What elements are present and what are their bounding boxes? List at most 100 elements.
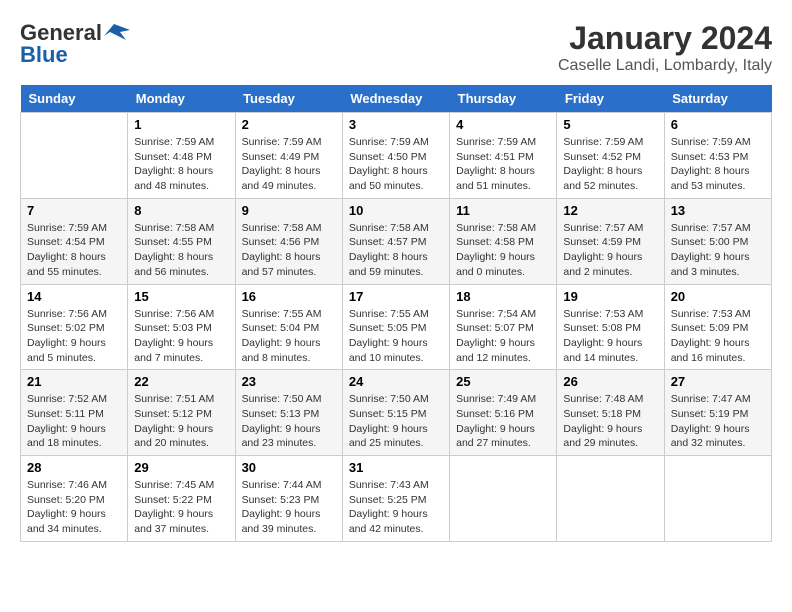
calendar-cell: 3 Sunrise: 7:59 AMSunset: 4:50 PMDaylight… [342, 113, 449, 199]
cell-day-info: Sunrise: 7:55 AMSunset: 5:04 PMDaylight:… [242, 307, 336, 366]
cell-day-info: Sunrise: 7:59 AMSunset: 4:49 PMDaylight:… [242, 135, 336, 194]
calendar-cell: 30 Sunrise: 7:44 AMSunset: 5:23 PMDayligh… [235, 456, 342, 542]
cell-day-info: Sunrise: 7:49 AMSunset: 5:16 PMDaylight:… [456, 392, 550, 451]
calendar-cell: 15 Sunrise: 7:56 AMSunset: 5:03 PMDayligh… [128, 284, 235, 370]
week-row-3: 14Sunrise: 7:56 AMSunset: 5:02 PMDayligh… [21, 284, 772, 370]
date-number: 14 [27, 289, 121, 304]
location-subtitle: Caselle Landi, Lombardy, Italy [558, 57, 772, 75]
date-number: 3 [349, 117, 443, 132]
cell-day-info: Sunrise: 7:59 AMSunset: 4:52 PMDaylight:… [563, 135, 657, 194]
cell-day-info: Sunrise: 7:44 AMSunset: 5:23 PMDaylight:… [242, 478, 336, 537]
calendar-table: SundayMondayTuesdayWednesdayThursdayFrid… [20, 85, 772, 542]
logo-text: General Blue [20, 20, 132, 68]
calendar-cell: 24Sunrise: 7:50 AMSunset: 5:15 PMDayligh… [342, 370, 449, 456]
calendar-cell: 13Sunrise: 7:57 AMSunset: 5:00 PMDayligh… [664, 198, 771, 284]
cell-day-info: Sunrise: 7:59 AMSunset: 4:54 PMDaylight:… [27, 221, 121, 280]
cell-day-info: Sunrise: 7:50 AMSunset: 5:13 PMDaylight:… [242, 392, 336, 451]
cell-day-info: Sunrise: 7:53 AMSunset: 5:08 PMDaylight:… [563, 307, 657, 366]
date-number: 15 [134, 289, 228, 304]
week-row-2: 7 Sunrise: 7:59 AMSunset: 4:54 PMDaylight… [21, 198, 772, 284]
calendar-cell: 22Sunrise: 7:51 AMSunset: 5:12 PMDayligh… [128, 370, 235, 456]
page-header: General Blue January 2024 Caselle Landi,… [20, 20, 772, 75]
calendar-cell: 28 Sunrise: 7:46 AMSunset: 5:20 PMDayligh… [21, 456, 128, 542]
date-number: 30 [242, 460, 336, 475]
cell-day-info: Sunrise: 7:57 AMSunset: 4:59 PMDaylight:… [563, 221, 657, 280]
calendar-cell: 19 Sunrise: 7:53 AMSunset: 5:08 PMDayligh… [557, 284, 664, 370]
date-number: 27 [671, 374, 765, 389]
logo: General Blue [20, 20, 132, 68]
date-number: 23 [242, 374, 336, 389]
date-number: 16 [242, 289, 336, 304]
calendar-cell: 4 Sunrise: 7:59 AMSunset: 4:51 PMDaylight… [450, 113, 557, 199]
calendar-cell: 26 Sunrise: 7:48 AMSunset: 5:18 PMDayligh… [557, 370, 664, 456]
calendar-cell: 9 Sunrise: 7:58 AMSunset: 4:56 PMDaylight… [235, 198, 342, 284]
calendar-cell: 18Sunrise: 7:54 AMSunset: 5:07 PMDayligh… [450, 284, 557, 370]
day-header-monday: Monday [128, 85, 235, 113]
date-number: 21 [27, 374, 121, 389]
calendar-cell [450, 456, 557, 542]
cell-day-info: Sunrise: 7:58 AMSunset: 4:56 PMDaylight:… [242, 221, 336, 280]
date-number: 4 [456, 117, 550, 132]
calendar-cell: 14Sunrise: 7:56 AMSunset: 5:02 PMDayligh… [21, 284, 128, 370]
calendar-cell: 31Sunrise: 7:43 AMSunset: 5:25 PMDayligh… [342, 456, 449, 542]
cell-day-info: Sunrise: 7:48 AMSunset: 5:18 PMDaylight:… [563, 392, 657, 451]
day-header-saturday: Saturday [664, 85, 771, 113]
date-number: 2 [242, 117, 336, 132]
calendar-cell: 17Sunrise: 7:55 AMSunset: 5:05 PMDayligh… [342, 284, 449, 370]
cell-day-info: Sunrise: 7:53 AMSunset: 5:09 PMDaylight:… [671, 307, 765, 366]
calendar-cell: 5 Sunrise: 7:59 AMSunset: 4:52 PMDaylight… [557, 113, 664, 199]
calendar-cell: 27 Sunrise: 7:47 AMSunset: 5:19 PMDayligh… [664, 370, 771, 456]
cell-day-info: Sunrise: 7:54 AMSunset: 5:07 PMDaylight:… [456, 307, 550, 366]
date-number: 25 [456, 374, 550, 389]
cell-day-info: Sunrise: 7:47 AMSunset: 5:19 PMDaylight:… [671, 392, 765, 451]
cell-day-info: Sunrise: 7:57 AMSunset: 5:00 PMDaylight:… [671, 221, 765, 280]
cell-day-info: Sunrise: 7:59 AMSunset: 4:51 PMDaylight:… [456, 135, 550, 194]
calendar-cell: 8 Sunrise: 7:58 AMSunset: 4:55 PMDaylight… [128, 198, 235, 284]
date-number: 10 [349, 203, 443, 218]
date-number: 20 [671, 289, 765, 304]
calendar-cell: 7 Sunrise: 7:59 AMSunset: 4:54 PMDaylight… [21, 198, 128, 284]
cell-day-info: Sunrise: 7:59 AMSunset: 4:53 PMDaylight:… [671, 135, 765, 194]
date-number: 9 [242, 203, 336, 218]
calendar-cell: 2 Sunrise: 7:59 AMSunset: 4:49 PMDaylight… [235, 113, 342, 199]
date-number: 7 [27, 203, 121, 218]
date-number: 19 [563, 289, 657, 304]
month-year-title: January 2024 [558, 20, 772, 57]
week-row-1: 1Sunrise: 7:59 AMSunset: 4:48 PMDaylight… [21, 113, 772, 199]
calendar-cell: 16 Sunrise: 7:55 AMSunset: 5:04 PMDayligh… [235, 284, 342, 370]
cell-day-info: Sunrise: 7:50 AMSunset: 5:15 PMDaylight:… [349, 392, 443, 451]
date-number: 5 [563, 117, 657, 132]
calendar-cell [557, 456, 664, 542]
calendar-cell: 29Sunrise: 7:45 AMSunset: 5:22 PMDayligh… [128, 456, 235, 542]
day-header-thursday: Thursday [450, 85, 557, 113]
week-row-5: 28 Sunrise: 7:46 AMSunset: 5:20 PMDayligh… [21, 456, 772, 542]
calendar-cell: 21 Sunrise: 7:52 AMSunset: 5:11 PMDayligh… [21, 370, 128, 456]
cell-day-info: Sunrise: 7:58 AMSunset: 4:55 PMDaylight:… [134, 221, 228, 280]
cell-day-info: Sunrise: 7:46 AMSunset: 5:20 PMDaylight:… [27, 478, 121, 537]
title-section: January 2024 Caselle Landi, Lombardy, It… [558, 20, 772, 75]
cell-day-info: Sunrise: 7:55 AMSunset: 5:05 PMDaylight:… [349, 307, 443, 366]
day-header-friday: Friday [557, 85, 664, 113]
calendar-cell [664, 456, 771, 542]
header-row: SundayMondayTuesdayWednesdayThursdayFrid… [21, 85, 772, 113]
cell-day-info: Sunrise: 7:59 AMSunset: 4:50 PMDaylight:… [349, 135, 443, 194]
calendar-cell: 1Sunrise: 7:59 AMSunset: 4:48 PMDaylight… [128, 113, 235, 199]
date-number: 31 [349, 460, 443, 475]
date-number: 26 [563, 374, 657, 389]
date-number: 28 [27, 460, 121, 475]
cell-day-info: Sunrise: 7:51 AMSunset: 5:12 PMDaylight:… [134, 392, 228, 451]
calendar-cell: 25 Sunrise: 7:49 AMSunset: 5:16 PMDayligh… [450, 370, 557, 456]
cell-day-info: Sunrise: 7:52 AMSunset: 5:11 PMDaylight:… [27, 392, 121, 451]
calendar-cell: 10Sunrise: 7:58 AMSunset: 4:57 PMDayligh… [342, 198, 449, 284]
calendar-cell: 20 Sunrise: 7:53 AMSunset: 5:09 PMDayligh… [664, 284, 771, 370]
calendar-cell: 6Sunrise: 7:59 AMSunset: 4:53 PMDaylight… [664, 113, 771, 199]
date-number: 8 [134, 203, 228, 218]
week-row-4: 21 Sunrise: 7:52 AMSunset: 5:11 PMDayligh… [21, 370, 772, 456]
day-header-tuesday: Tuesday [235, 85, 342, 113]
date-number: 12 [563, 203, 657, 218]
cell-day-info: Sunrise: 7:56 AMSunset: 5:03 PMDaylight:… [134, 307, 228, 366]
day-header-wednesday: Wednesday [342, 85, 449, 113]
date-number: 1 [134, 117, 228, 132]
day-header-sunday: Sunday [21, 85, 128, 113]
calendar-cell [21, 113, 128, 199]
